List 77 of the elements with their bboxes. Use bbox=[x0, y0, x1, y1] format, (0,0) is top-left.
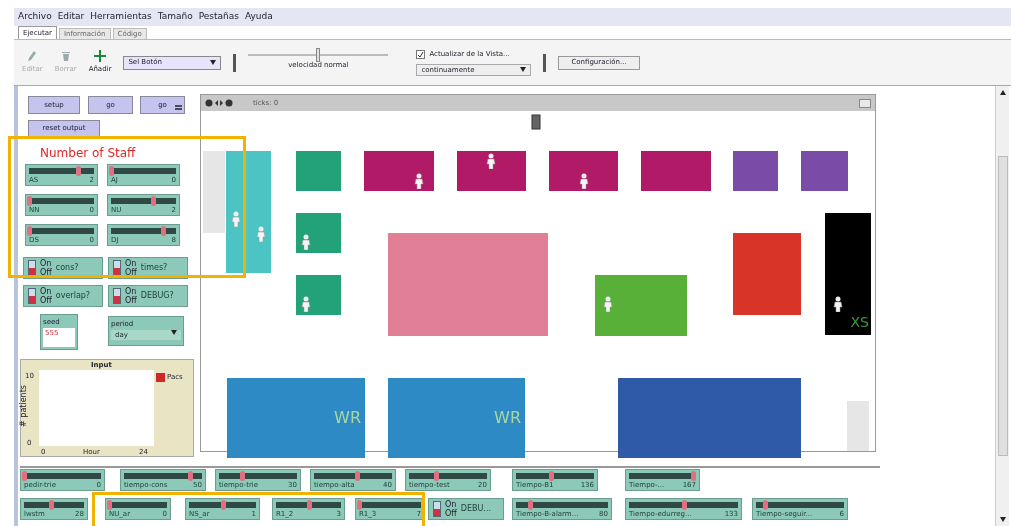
slider-thumb[interactable] bbox=[49, 500, 54, 510]
patch-label: WR bbox=[334, 407, 361, 429]
pencil-icon bbox=[27, 50, 38, 63]
switch-label: DEBU... bbox=[460, 503, 491, 515]
switch-toggle[interactable] bbox=[113, 288, 121, 304]
menu-item[interactable]: Tamaño bbox=[157, 10, 193, 24]
slider-thumb[interactable] bbox=[762, 500, 768, 510]
slider-thumb[interactable] bbox=[75, 166, 81, 176]
door-icon bbox=[531, 114, 541, 130]
view-controls-icon[interactable] bbox=[205, 99, 233, 107]
switch-label: overlap? bbox=[55, 290, 91, 302]
slider-thumb[interactable] bbox=[354, 471, 360, 481]
on-text: On bbox=[445, 500, 457, 509]
off-text: Off bbox=[40, 268, 52, 277]
on-text: On bbox=[40, 287, 52, 296]
check-icon bbox=[417, 51, 425, 58]
switch-label: DEBUG? bbox=[140, 290, 174, 302]
slider-thumb[interactable] bbox=[434, 471, 440, 481]
slider-thumb[interactable] bbox=[107, 500, 112, 510]
y-axis-label: # patients bbox=[17, 385, 29, 427]
heading: Number of Staff bbox=[40, 145, 136, 162]
menu-item[interactable]: Pestañas bbox=[198, 10, 239, 24]
speed-slider-thumb[interactable] bbox=[316, 48, 321, 63]
slider-thumb[interactable] bbox=[151, 196, 157, 206]
switch-toggle[interactable] bbox=[28, 260, 36, 276]
slider-thumb[interactable] bbox=[527, 500, 533, 510]
slider-thumb[interactable] bbox=[690, 471, 696, 481]
slider-thumb[interactable] bbox=[27, 226, 32, 236]
person-icon bbox=[301, 296, 311, 312]
slider-thumb[interactable] bbox=[161, 226, 166, 236]
slider-thumb[interactable] bbox=[220, 500, 226, 510]
slider-thumb[interactable] bbox=[306, 500, 312, 510]
switch-label: cons? bbox=[55, 262, 79, 274]
switch-toggle[interactable] bbox=[28, 288, 36, 304]
person-icon bbox=[486, 153, 496, 169]
person-icon bbox=[414, 173, 424, 189]
trash-icon bbox=[60, 50, 71, 63]
patch-label: XS bbox=[850, 313, 869, 332]
scrollbar-thumb[interactable] bbox=[997, 156, 1008, 456]
slider-thumb[interactable] bbox=[549, 471, 555, 481]
person-icon bbox=[256, 226, 266, 242]
empty-patch-area bbox=[847, 401, 869, 451]
off-text: Off bbox=[40, 296, 52, 305]
person-icon bbox=[231, 211, 241, 227]
off-text: Off bbox=[125, 296, 137, 305]
slider-thumb[interactable] bbox=[109, 166, 114, 176]
caret-icon bbox=[171, 329, 177, 335]
off-text: Off bbox=[125, 268, 137, 277]
person-icon bbox=[301, 234, 311, 250]
on-text: On bbox=[40, 259, 52, 268]
off-text: Off bbox=[445, 509, 457, 518]
scroll-up-icon bbox=[999, 90, 1006, 95]
person-icon bbox=[603, 296, 613, 312]
plus-icon bbox=[94, 50, 106, 63]
switch-toggle[interactable] bbox=[433, 501, 441, 517]
caret-icon bbox=[999, 517, 1006, 522]
switch-toggle[interactable] bbox=[113, 260, 121, 276]
switch-label: times? bbox=[140, 262, 168, 274]
on-text: On bbox=[125, 259, 137, 268]
person-icon bbox=[833, 296, 843, 312]
patch-label: WR bbox=[494, 407, 521, 429]
menu-item[interactable]: Editar bbox=[57, 10, 85, 24]
slider-thumb[interactable] bbox=[188, 471, 194, 481]
menu-item[interactable]: Archivo bbox=[18, 10, 52, 24]
menu-item[interactable]: Herramientas bbox=[90, 10, 152, 24]
slider-thumb[interactable] bbox=[357, 500, 362, 510]
slider-thumb[interactable] bbox=[240, 471, 246, 481]
slider-thumb[interactable] bbox=[27, 196, 32, 206]
checkbox[interactable] bbox=[416, 50, 426, 59]
slider-thumb[interactable] bbox=[22, 471, 27, 481]
caret-icon bbox=[520, 67, 527, 73]
on-text: On bbox=[125, 287, 137, 296]
caret-icon bbox=[210, 60, 217, 65]
person-icon bbox=[579, 173, 589, 189]
menu-item[interactable]: Ayuda bbox=[244, 10, 273, 24]
slider-thumb[interactable] bbox=[681, 500, 687, 510]
close-icon[interactable] bbox=[859, 98, 871, 108]
